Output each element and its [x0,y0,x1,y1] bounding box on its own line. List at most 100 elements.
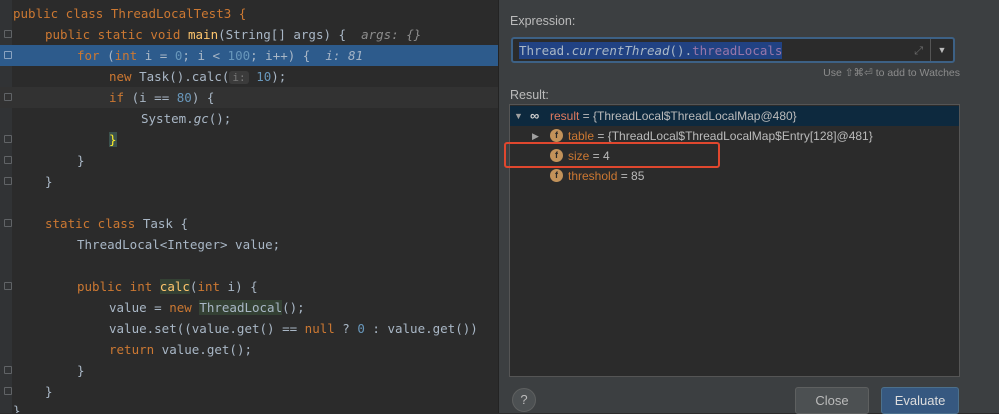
tree-node-threshold[interactable]: f threshold = 85 [510,166,959,186]
code-token: static class [45,216,136,231]
code-token: gc [193,111,209,126]
fold-marker-icon[interactable] [4,93,12,101]
expression-text[interactable]: Thread.currentThread().threadLocals [519,42,783,59]
code-token: : value.get()) [364,321,478,336]
code-token: i = [137,48,175,63]
code-token: if [109,90,125,105]
code-token: i) { [220,279,258,294]
collapse-triangle-icon[interactable]: ▼ [514,106,523,126]
code-token: ? [334,321,358,336]
code-token: System. [141,111,194,126]
infinity-icon: ∞ [530,108,540,123]
code-token: (i == [124,90,177,105]
parameter-hint: i: [229,71,249,84]
field-icon: f [550,169,563,182]
fold-marker-icon[interactable] [4,30,12,38]
expression-token: currentThread [571,43,670,58]
fold-marker-icon[interactable] [4,366,12,374]
code-token: main [188,27,219,42]
add-to-watches-hint: Use ⇧⌘⏎ to add to Watches [823,67,960,79]
code-token: Task { [135,216,188,231]
code-token: int [197,279,221,294]
evaluate-expression-dialog: Expression: Thread.currentThread().threa… [498,0,999,414]
code-token: 0 [357,321,365,336]
code-token: 100 [227,48,251,63]
fold-marker-icon[interactable] [4,51,12,59]
code-token: } [13,403,21,413]
code-token: new [169,300,192,315]
code-token: return [109,342,155,357]
code-line: public class ThreadLocalTest3 { [0,3,500,24]
expression-input[interactable]: Thread.currentThread().threadLocals ⤢ ▼ [511,37,955,63]
code-token: } [45,174,53,189]
code-token: public static void [45,27,188,42]
code-token: ) { [191,90,215,105]
code-token: ); [271,69,287,84]
highlight-annotation-box [504,142,720,168]
code-token: } [77,153,85,168]
code-line: return value.get(); [0,339,500,360]
code-token: public class ThreadLocalTest3 { [13,6,247,21]
code-token: Task().calc( [131,69,230,84]
code-line: } [0,400,500,413]
fold-marker-icon[interactable] [4,135,12,143]
fold-marker-icon[interactable] [4,387,12,395]
expand-icon[interactable]: ⤢ [914,45,923,58]
fold-marker-icon[interactable] [4,282,12,290]
node-name: threshold [568,169,618,183]
fold-marker-icon[interactable] [4,177,12,185]
code-token: ThreadLocal [199,300,283,315]
code-editor[interactable]: public class ThreadLocalTest3 { public s… [0,0,500,413]
code-token: value = [109,300,170,315]
fold-marker-icon[interactable] [4,156,12,164]
node-name: result [550,109,580,123]
code-line: } [0,381,500,402]
code-token: value.set((value.get() == [109,321,305,336]
code-line: public int calc(int i) { [0,276,500,297]
expression-token: Thread. [519,43,572,58]
field-icon: f [550,129,563,142]
code-token: ThreadLocal<Integer> value; [77,237,281,252]
code-line: new Task().calc(i: 10); [0,66,500,87]
code-token: ; i < [182,48,228,63]
code-token: null [304,321,335,336]
expression-token: threadLocals [692,43,783,58]
node-value: = {ThreadLocal$ThreadLocalMap@480} [579,109,797,123]
code-token: } [109,132,117,147]
node-value: = {ThreadLocal$ThreadLocalMap$Entry[128]… [594,129,873,143]
close-button[interactable]: Close [795,387,869,414]
code-token: (); [208,111,232,126]
code-line: static class Task { [0,213,500,234]
code-token: calc [159,279,190,294]
code-line: value = new ThreadLocal(); [0,297,500,318]
help-button[interactable]: ? [512,388,536,412]
result-label: Result: [510,88,549,102]
code-token: (String[] args) { [218,27,347,42]
execution-point-line: for (int i = 0; i < 100; i++) { i: 81 [0,45,500,66]
caret-line: if (i == 80) { [0,87,500,108]
evaluate-button[interactable]: Evaluate [881,387,959,414]
code-line: } [0,171,500,192]
node-value: = 85 [617,169,645,183]
code-line: public static void main(String[] args) {… [0,24,500,45]
tree-node-result[interactable]: ▼ ∞ result = {ThreadLocal$ThreadLocalMap… [510,106,959,126]
inline-debug-value: args: {} [361,27,422,42]
code-token: 10 [256,69,272,84]
node-name: table [568,129,595,143]
fold-marker-icon[interactable] [4,219,12,227]
code-token: } [77,363,85,378]
code-token: new [109,69,132,84]
inline-debug-value: i: 81 [325,48,364,63]
code-token: ; i++) { [250,48,311,63]
code-token: value.get(); [154,342,252,357]
code-line: value.set((value.get() == null ? 0 : val… [0,318,500,339]
code-line: } [0,360,500,381]
code-token: } [45,384,53,399]
expression-label: Expression: [510,14,576,28]
code-token: ( [99,48,115,63]
code-line: System.gc(); [0,108,500,129]
code-line: ThreadLocal<Integer> value; [0,234,500,255]
history-dropdown-button[interactable]: ▼ [930,39,953,61]
code-token: (); [282,300,305,315]
expression-token: (). [669,43,693,58]
